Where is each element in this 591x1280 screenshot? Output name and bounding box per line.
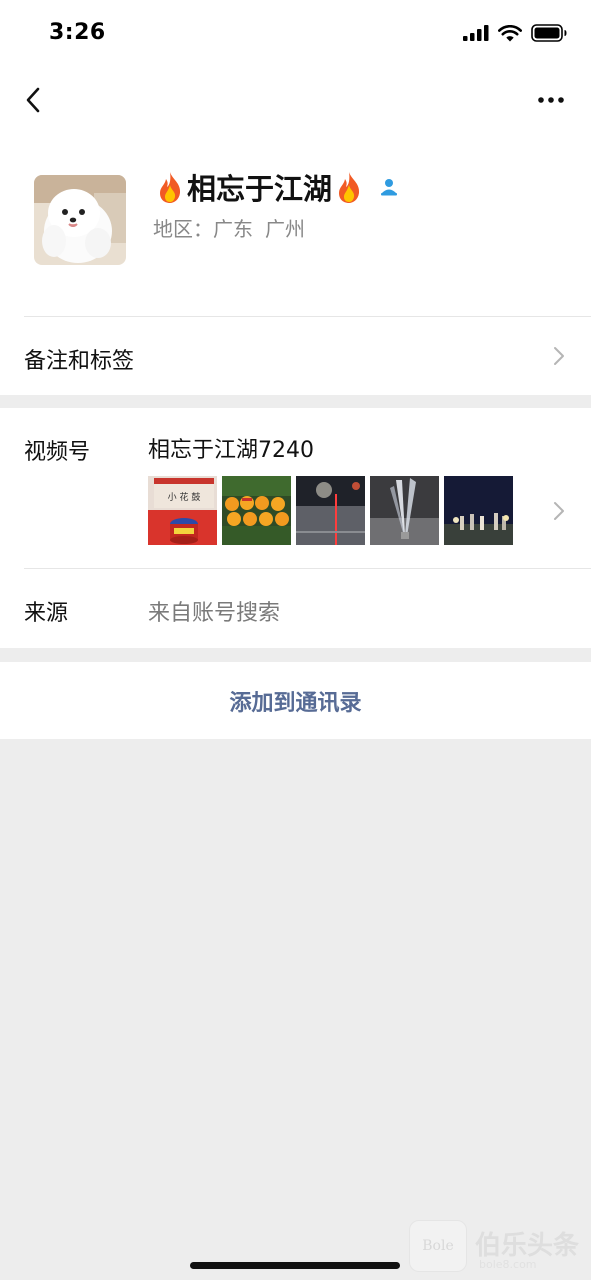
fire-emoji-left-icon [160,172,181,203]
channel-thumbnails: 小 花 鼓 [148,476,513,545]
section-gap [0,395,591,408]
add-to-contacts-button[interactable]: 添加到通讯录 [0,662,591,739]
source-value: 来自账号搜索 [148,601,281,626]
friend-person-icon [381,179,398,196]
chevron-right-icon [554,502,564,520]
cellular-signal-icon [463,25,489,41]
channels-label: 视频号 [24,440,91,465]
thumbnail-night-crowd[interactable] [444,476,513,545]
region-city: 广州 [265,217,305,241]
dog-avatar-image [34,175,126,265]
watermark-sub: bole8.com [479,1258,537,1271]
watermark: Bole 伯乐头条 bole8.com [409,1220,579,1272]
wifi-icon [498,24,522,41]
back-chevron-icon[interactable] [20,84,48,116]
fire-emoji-right-icon [339,172,360,203]
home-indicator[interactable] [190,1262,400,1269]
profile-name: 相忘于江湖 [187,172,333,206]
source-row: 来源 来自账号搜索 [0,569,591,648]
source-label: 来源 [24,601,69,626]
add-to-contacts-label: 添加到通讯录 [229,690,362,716]
status-time: 3:26 [49,20,106,45]
thumbnail-street-fireworks[interactable] [296,476,365,545]
battery-icon [531,24,567,42]
more-dots-icon[interactable] [536,90,566,110]
watermark-text: 伯乐头条 [475,1231,580,1261]
svg-text:小 花 鼓: 小 花 鼓 [168,491,201,503]
avatar[interactable] [34,175,126,265]
thumbnail-sparkler[interactable] [370,476,439,545]
region-text: 地区：广东 广州 [153,213,305,242]
thumbnail-firework-box[interactable]: 小 花 鼓 [148,476,217,545]
region-province: 广东 [213,217,253,241]
remark-tags-label: 备注和标签 [24,349,135,374]
region-label: 地区： [153,217,213,241]
name-row: 相忘于江湖 [155,166,402,208]
watermark-logo: Bole [409,1220,467,1272]
remark-tags-row[interactable]: 备注和标签 [0,317,591,395]
section-gap [0,648,591,662]
chevron-right-icon [554,347,564,365]
thumbnail-oranges[interactable] [222,476,291,545]
channels-value: 相忘于江湖7240 [148,438,314,463]
status-icons [463,24,567,42]
